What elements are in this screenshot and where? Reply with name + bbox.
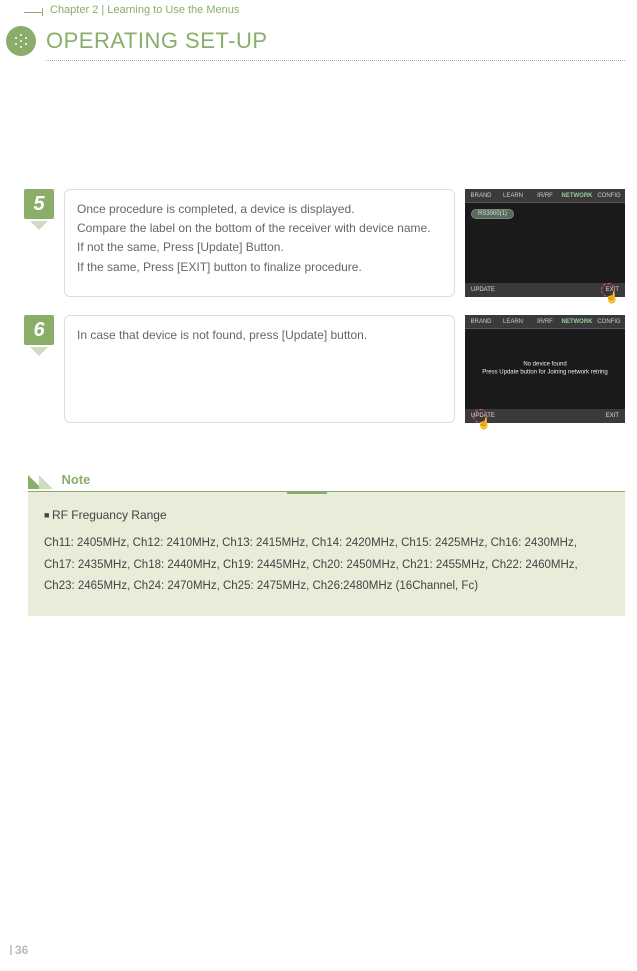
- chevron-down-icon: [30, 347, 48, 356]
- step-body: Once procedure is completed, a device is…: [64, 189, 455, 297]
- tab: LEARN: [497, 319, 529, 325]
- screenshot-tabs: BRAND LEARN IR/RF NETWORK CONFIG: [465, 315, 625, 329]
- step-line: If not the same, Press [Update] Button.: [77, 238, 442, 257]
- step-number: 5: [24, 189, 54, 219]
- step-body: In case that device is not found, press …: [64, 315, 455, 423]
- chapter-tick: [42, 8, 43, 16]
- tab-active: NETWORK: [561, 193, 593, 199]
- note-text: Ch11: 2405MHz, Ch12: 2410MHz, Ch13: 2415…: [44, 533, 609, 599]
- pointer-icon: ☝: [599, 283, 621, 305]
- tab: IR/RF: [529, 319, 561, 325]
- page-header: Chapter 2 | Learning to Use the Menus OP…: [0, 0, 637, 61]
- note-tick: [287, 491, 327, 494]
- step-line: In case that device is not found, press …: [77, 326, 442, 345]
- footer-update: UPDATE: [471, 287, 495, 293]
- device-screenshot: BRAND LEARN IR/RF NETWORK CONFIG No devi…: [465, 315, 625, 423]
- step-6: 6 In case that device is not found, pres…: [24, 315, 625, 423]
- step-line: Compare the label on the bottom of the r…: [77, 219, 442, 238]
- chevron-down-icon: [30, 221, 48, 230]
- footer-exit: EXIT: [606, 413, 619, 419]
- note-subtitle: RF Freguancy Range: [44, 504, 609, 527]
- tab: CONFIG: [593, 193, 625, 199]
- chapter-label: Chapter 2 | Learning to Use the Menus: [50, 4, 239, 16]
- screenshot-tabs: BRAND LEARN IR/RF NETWORK CONFIG: [465, 189, 625, 203]
- page-number-value: 36: [15, 943, 28, 957]
- msg-line: No device found: [473, 361, 617, 369]
- chapter-rule: [24, 12, 42, 13]
- msg-line: Press Update button for Joining network …: [473, 369, 617, 377]
- screenshot-message: No device found Press Update button for …: [473, 361, 617, 378]
- note-header: Note: [28, 471, 625, 492]
- tab: BRAND: [465, 193, 497, 199]
- tab-active: NETWORK: [561, 319, 593, 325]
- device-label: RS3000(1): [471, 209, 514, 219]
- device-screenshot: BRAND LEARN IR/RF NETWORK CONFIG RS3000(…: [465, 189, 625, 297]
- tab: LEARN: [497, 193, 529, 199]
- note-body: RF Freguancy Range Ch11: 2405MHz, Ch12: …: [28, 492, 625, 616]
- pointer-icon: ☝: [471, 409, 493, 431]
- step-line: Once procedure is completed, a device is…: [77, 200, 442, 219]
- note-label: Note: [61, 472, 90, 487]
- page-number: 36: [10, 943, 28, 957]
- section-icon: [6, 26, 36, 56]
- tab: IR/RF: [529, 193, 561, 199]
- page-title: OPERATING SET-UP: [46, 28, 268, 54]
- tab: CONFIG: [593, 319, 625, 325]
- step-line: If the same, Press [EXIT] button to fina…: [77, 258, 442, 277]
- note-block: Note RF Freguancy Range Ch11: 2405MHz, C…: [28, 471, 625, 616]
- step-5: 5 Once procedure is completed, a device …: [24, 189, 625, 297]
- note-triangle-icon: [39, 475, 53, 489]
- step-number: 6: [24, 315, 54, 345]
- title-underline: [46, 60, 625, 61]
- tab: BRAND: [465, 319, 497, 325]
